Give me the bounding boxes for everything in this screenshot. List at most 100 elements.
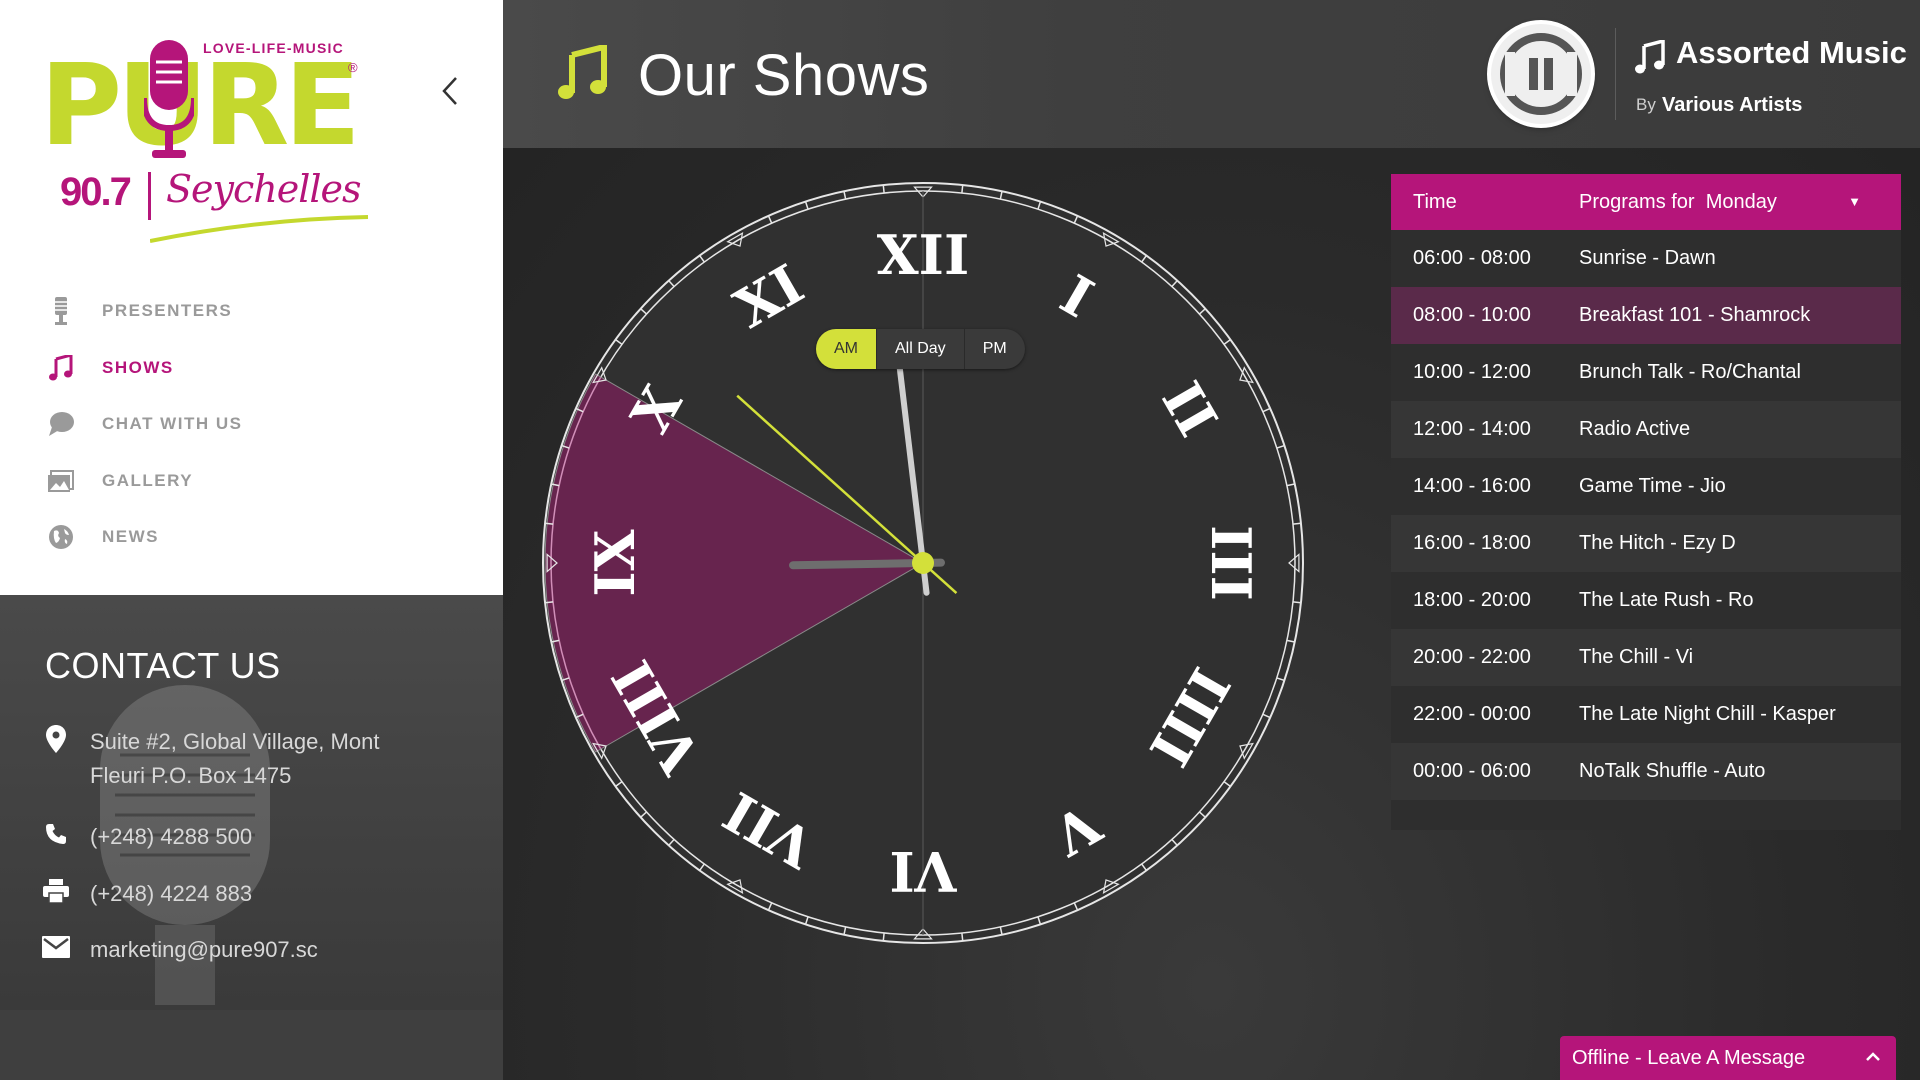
nav-item-chat-with-us[interactable]: CHAT WITH US: [46, 396, 242, 453]
minute-tick: [545, 522, 554, 525]
row-time: 18:00 - 20:00: [1413, 589, 1531, 611]
minute-tick: [545, 601, 554, 604]
logo-city: Seychelles: [166, 167, 362, 211]
clock-numeral: VI: [889, 839, 957, 903]
address-line-1: Suite #2, Global Village, Mont: [90, 729, 380, 754]
minute-tick: [961, 932, 964, 941]
contact-email[interactable]: marketing@pure907.sc: [42, 933, 318, 967]
row-program: Brunch Talk - Ro/Chantal: [1579, 361, 1801, 383]
offline-chat-widget[interactable]: Offline - Leave A Message: [1560, 1036, 1896, 1080]
pause-button[interactable]: [1491, 24, 1591, 124]
toggle-pm-button[interactable]: PM: [963, 329, 1025, 369]
row-time: 08:00 - 10:00: [1413, 304, 1531, 326]
schedule-header: Time Programs for Monday ▼: [1391, 174, 1901, 230]
row-time: 10:00 - 12:00: [1413, 361, 1531, 383]
now-playing-divider: [1615, 28, 1616, 120]
schedule-rows: 06:00 - 08:00 Sunrise - Dawn 08:00 - 10:0…: [1391, 230, 1901, 800]
row-time: 22:00 - 00:00: [1413, 703, 1531, 725]
row-time: 14:00 - 16:00: [1413, 475, 1531, 497]
phone-number[interactable]: (+248) 4288 500: [90, 820, 252, 854]
address-line-2: Fleuri P.O. Box 1475: [90, 763, 292, 788]
row-program: NoTalk Shuffle - Auto: [1579, 760, 1766, 782]
nav-item-shows[interactable]: SHOWS: [46, 340, 242, 397]
clock-numeral: XII: [877, 223, 969, 287]
sidebar: LOVE-LIFE-MUSIC PURE ® 90.7 Seychelles P…: [0, 0, 503, 1080]
time-column-header: Time: [1413, 190, 1457, 213]
page-title: Our Shows: [638, 43, 930, 108]
sidebar-footer: [0, 1010, 503, 1080]
row-time: 06:00 - 08:00: [1413, 247, 1531, 269]
chevron-up-icon: [1866, 1052, 1880, 1061]
now-playing-title: Assorted Music: [1676, 35, 1907, 70]
schedule-table: Time Programs for Monday ▼ 06:00 - 08:00…: [1391, 174, 1901, 830]
row-program: The Hitch - Ezy D: [1579, 532, 1736, 554]
music-note-icon: [46, 353, 76, 383]
contact-address: Suite #2, Global Village, Mont Fleuri P.…: [42, 725, 379, 793]
music-note-icon: [1635, 40, 1665, 74]
schedule-row[interactable]: 08:00 - 10:00 Breakfast 101 - Shamrock: [1391, 287, 1901, 344]
clock-numeral: IX: [583, 529, 647, 596]
email-address[interactable]: marketing@pure907.sc: [90, 933, 318, 967]
page-header: Our Shows Assorted Music By Various Arti…: [503, 0, 1920, 148]
toggle-all-day-button[interactable]: All Day: [876, 329, 964, 369]
envelope-icon: [42, 933, 70, 961]
nav-item-presenters[interactable]: PRESENTERS: [46, 283, 242, 340]
row-program: The Late Rush - Ro: [1579, 589, 1754, 611]
station-logo[interactable]: LOVE-LIFE-MUSIC PURE ® 90.7 Seychelles: [40, 30, 370, 243]
schedule-row[interactable]: 16:00 - 18:00 The Hitch - Ezy D: [1391, 515, 1901, 572]
show-clock[interactable]: XIIIIIIIIIIIIVVIVIIVIIIIXXXI: [533, 173, 1313, 953]
day-selector[interactable]: Monday: [1706, 191, 1777, 213]
schedule-footer: [1391, 800, 1901, 830]
nav-item-news[interactable]: NEWS: [46, 509, 242, 566]
fax-number: (+248) 4224 883: [90, 881, 253, 906]
row-program: Breakfast 101 - Shamrock: [1579, 304, 1811, 326]
collapse-sidebar-chevron-icon[interactable]: [436, 74, 466, 108]
schedule-row[interactable]: 12:00 - 14:00 Radio Active: [1391, 401, 1901, 458]
nav-label: CHAT WITH US: [102, 414, 243, 434]
schedule-row[interactable]: 14:00 - 16:00 Game Time - Jio: [1391, 458, 1901, 515]
music-note-icon: [558, 45, 607, 99]
nav-label: SHOWS: [102, 357, 174, 377]
logo-divider: [148, 172, 151, 220]
row-program: Game Time - Jio: [1579, 475, 1726, 497]
image-icon: [46, 466, 76, 496]
now-playing-artist: Various Artists: [1662, 94, 1803, 116]
schedule-row[interactable]: 00:00 - 06:00 NoTalk Shuffle - Auto: [1391, 743, 1901, 800]
row-program: Radio Active: [1579, 418, 1691, 440]
minute-tick: [1292, 522, 1301, 525]
schedule-row[interactable]: 22:00 - 00:00 The Late Night Chill - Kasp…: [1391, 686, 1901, 743]
day-period-toggle: AM All Day PM: [816, 329, 1025, 369]
nav-label: NEWS: [102, 527, 159, 547]
sidebar-top: LOVE-LIFE-MUSIC PURE ® 90.7 Seychelles P…: [0, 0, 503, 595]
minute-tick: [961, 185, 964, 194]
row-time: 12:00 - 14:00: [1413, 418, 1531, 440]
nav-label: GALLERY: [102, 470, 194, 490]
logo-swoosh: [150, 215, 369, 243]
row-program: The Late Night Chill - Kasper: [1579, 703, 1836, 725]
schedule-row[interactable]: 06:00 - 08:00 Sunrise - Dawn: [1391, 230, 1901, 287]
logo-brand: PURE: [40, 41, 361, 171]
schedule-row[interactable]: 20:00 - 22:00 The Chill - Vi: [1391, 629, 1901, 686]
logo-frequency: 90.7: [60, 170, 132, 214]
schedule-row[interactable]: 18:00 - 20:00 The Late Rush - Ro: [1391, 572, 1901, 629]
microphone-icon: [46, 296, 76, 326]
contact-fax: (+248) 4224 883: [42, 877, 252, 911]
programs-for-label: Programs for: [1579, 190, 1695, 213]
row-time: 20:00 - 22:00: [1413, 646, 1531, 668]
pause-icon: [1495, 28, 1587, 120]
day-dropdown-caret-icon[interactable]: ▼: [1848, 194, 1861, 209]
contact-section: CONTACT US Suite #2, Global Village, Mon…: [0, 595, 503, 1010]
logo-registered-mark: ®: [348, 60, 358, 75]
nav-item-gallery[interactable]: GALLERY: [46, 453, 242, 510]
row-program: The Chill - Vi: [1579, 646, 1694, 668]
minute-tick: [882, 932, 885, 941]
contact-phone[interactable]: (+248) 4288 500: [42, 820, 252, 854]
toggle-am-button[interactable]: AM: [816, 329, 876, 369]
schedule-row[interactable]: 10:00 - 12:00 Brunch Talk - Ro/Chantal: [1391, 344, 1901, 401]
main-content: XII I II III IIII V VI VII VIII IX X XI AM All Day …: [503, 148, 1920, 1080]
clock-numeral: III: [1199, 525, 1263, 601]
minute-tick: [882, 185, 885, 194]
phone-icon: [42, 820, 70, 848]
printer-icon: [42, 877, 70, 905]
map-pin-icon: [42, 725, 70, 753]
